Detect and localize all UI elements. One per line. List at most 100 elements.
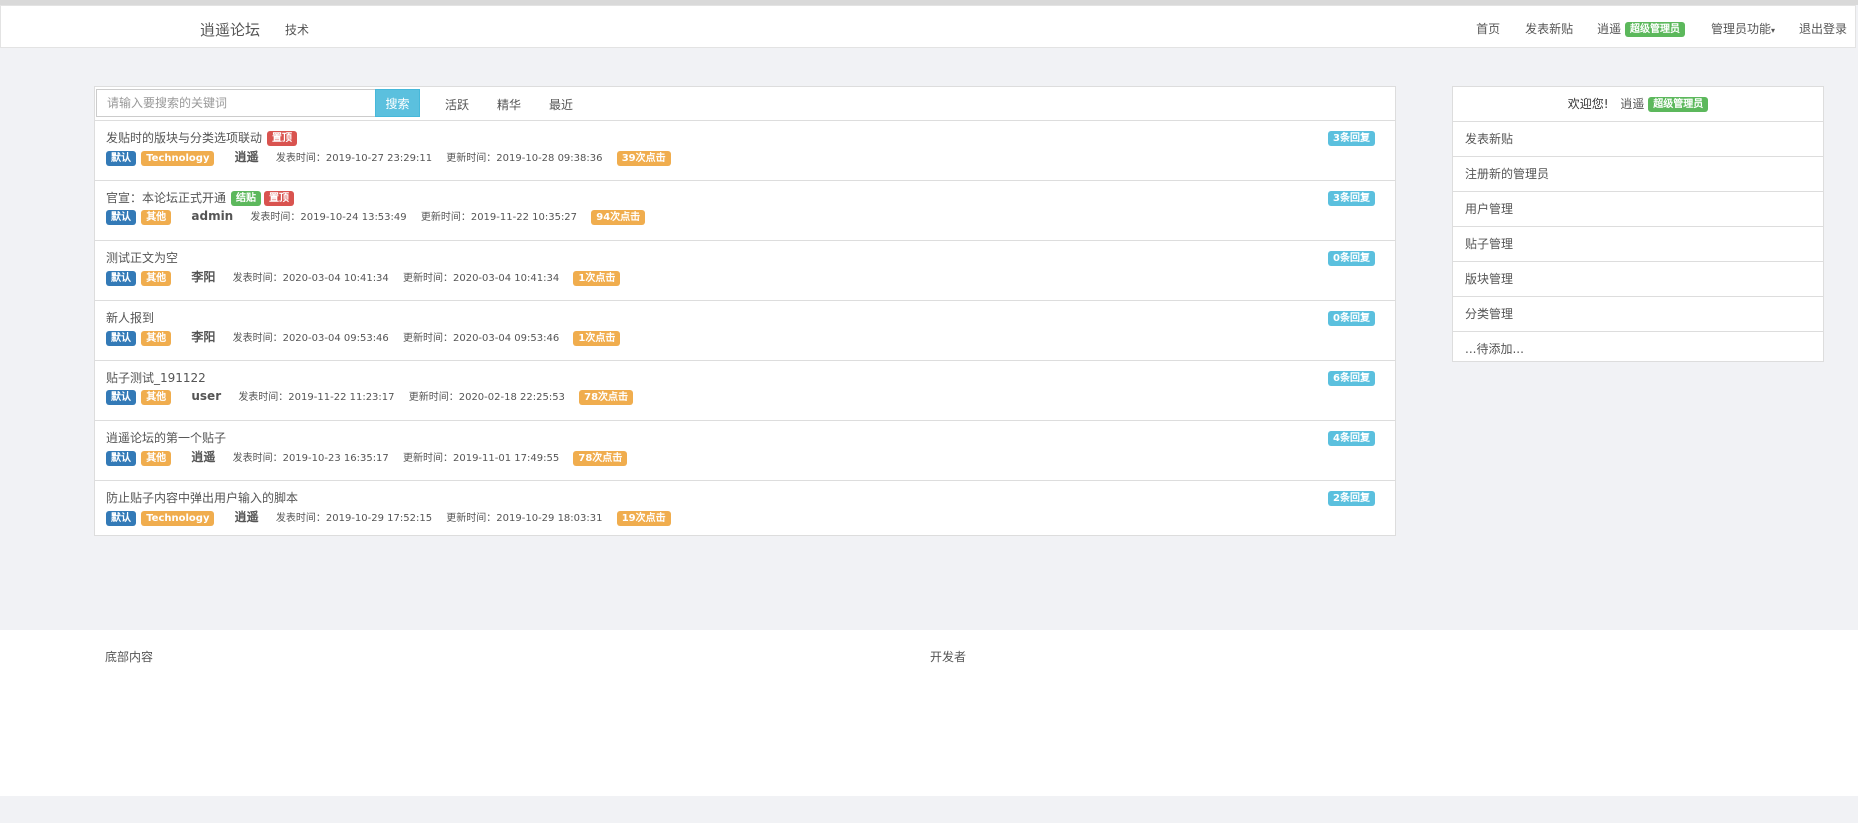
post-updated-time: 更新时间：2020-03-04 10:41:34 [402,273,560,284]
category-badge[interactable]: 其他 [141,270,172,286]
sidebar-item-board-management[interactable]: 版块管理 [1453,262,1823,297]
post-created-time: 发表时间：2019-11-22 11:23:17 [238,392,395,403]
post-row: 发贴时的版块与分类选项联动 置顶 默认 Technology 逍遥 发表时间：20… [95,121,1395,181]
post-row: 测试正文为空 默认 其他 李阳 发表时间：2020-03-04 10:41:34… [95,241,1395,301]
post-title-link[interactable]: 新人报到 [106,311,154,325]
reply-count-badge: 6条回复 [1328,371,1375,386]
click-count-badge: 39次点击 [616,150,671,166]
post-title-link[interactable]: 官宣：本论坛正式开通 [106,191,226,205]
sidebar-item-user-management[interactable]: 用户管理 [1453,192,1823,227]
sidebar-item-category-management[interactable]: 分类管理 [1453,297,1823,332]
admin-menu-label: 管理员功能 [1710,22,1771,36]
post-title-link[interactable]: 逍遥论坛的第一个贴子 [106,431,226,445]
board-badge[interactable]: 默认 [106,209,136,225]
click-count-badge: 19次点击 [616,510,671,526]
board-badge[interactable]: 默认 [106,330,136,346]
post-title-line: 贴子测试_191122 [106,369,206,386]
post-updated-time: 更新时间：2019-10-29 18:03:31 [446,513,603,524]
post-meta: 默认 其他 李阳 发表时间：2020-03-04 10:41:34 更新时间：2… [106,268,622,286]
board-badge[interactable]: 默认 [106,510,136,526]
sidebar-username[interactable]: 逍遥 [1620,97,1644,111]
post-title-link[interactable]: 防止贴子内容中弹出用户输入的脚本 [106,491,298,505]
post-author[interactable]: 李阳 [191,270,215,284]
click-count-badge: 1次点击 [573,330,621,346]
footer: 底部内容 开发者 [0,630,1858,796]
post-meta: 默认 其他 admin 发表时间：2019-10-24 13:53:49 更新时… [106,208,647,225]
post-author[interactable]: 逍遥 [235,150,259,164]
click-count-badge: 94次点击 [591,209,646,225]
reply-count-badge: 0条回复 [1328,311,1375,326]
welcome-header: 欢迎您! 逍遥 超级管理员 [1453,87,1823,122]
reply-count-badge: 3条回复 [1328,131,1375,146]
category-badge[interactable]: 其他 [141,330,172,346]
post-title-link[interactable]: 测试正文为空 [106,251,178,265]
sidebar-item-post-management[interactable]: 贴子管理 [1453,227,1823,262]
filter-featured[interactable]: 精华 [497,96,521,113]
post-title-line: 新人报到 [106,309,154,326]
post-created-time: 发表时间：2019-10-23 16:35:17 [232,453,389,464]
brand-logo[interactable]: 逍遥论坛 [200,19,260,40]
nav-user-link[interactable]: 逍遥 超级管理员 [1597,20,1685,37]
reply-count-badge: 4条回复 [1328,431,1375,446]
category-badge[interactable]: 其他 [141,209,172,225]
filter-active[interactable]: 活跃 [445,96,469,113]
filter-recent[interactable]: 最近 [549,96,573,113]
post-meta: 默认 Technology 逍遥 发表时间：2019-10-29 17:52:1… [106,508,673,526]
post-updated-time: 更新时间：2019-10-28 09:38:36 [446,153,603,164]
search-bar: 搜索 活跃 精华 最近 [95,87,1395,121]
category-badge[interactable]: 其他 [141,389,172,405]
click-count-badge: 78次点击 [573,450,628,466]
pinned-badge: 置顶 [264,191,295,206]
post-title-line: 防止贴子内容中弹出用户输入的脚本 [106,489,298,506]
top-navbar: 逍遥论坛 技术 首页 发表新贴 逍遥 超级管理员 管理员功能▾ 退出登录 [0,5,1856,48]
post-updated-time: 更新时间：2019-11-01 17:49:55 [402,453,560,464]
board-badge[interactable]: 默认 [106,150,136,166]
nav-home-link[interactable]: 首页 [1476,20,1500,37]
role-badge: 超级管理员 [1624,22,1685,37]
post-author[interactable]: 逍遥 [235,510,259,524]
post-row: 逍遥论坛的第一个贴子 默认 其他 逍遥 发表时间：2019-10-23 16:3… [95,421,1395,481]
post-updated-time: 更新时间：2019-11-22 10:35:27 [420,212,578,223]
post-created-time: 发表时间：2020-03-04 09:53:46 [232,333,389,344]
category-badge[interactable]: Technology [141,510,215,526]
sidebar-item-to-be-added[interactable]: ...待添加... [1453,332,1823,366]
nav-new-post-link[interactable]: 发表新贴 [1525,20,1573,37]
post-author[interactable]: user [191,389,221,403]
reply-count-badge: 0条回复 [1328,251,1375,266]
search-input[interactable] [96,89,376,117]
post-row: 官宣：本论坛正式开通 结贴 置顶 默认 其他 admin 发表时间：2019-10-… [95,181,1395,241]
post-title-line: 测试正文为空 [106,249,178,266]
admin-sidebar: 欢迎您! 逍遥 超级管理员 发表新贴 注册新的管理员 用户管理 贴子管理 版块管… [1452,86,1824,362]
admin-menu-dropdown[interactable]: 管理员功能▾ [1711,20,1775,37]
post-author[interactable]: admin [191,209,233,223]
post-meta: 默认 其他 user 发表时间：2019-11-22 11:23:17 更新时间… [106,388,635,405]
post-title-line: 官宣：本论坛正式开通 结贴 置顶 [106,189,295,206]
post-title-link[interactable]: 发贴时的版块与分类选项联动 [106,131,262,145]
category-badge[interactable]: Technology [141,150,215,166]
post-created-time: 发表时间：2019-10-29 17:52:15 [275,513,433,524]
category-badge[interactable]: 其他 [141,450,172,466]
caret-down-icon: ▾ [1770,26,1775,35]
reply-count-badge: 3条回复 [1328,191,1375,206]
post-created-time: 发表时间：2020-03-04 10:41:34 [232,273,389,284]
nav-tech-link[interactable]: 技术 [285,21,309,38]
post-row: 贴子测试_191122 默认 其他 user 发表时间：2019-11-22 1… [95,361,1395,421]
reply-count-badge: 2条回复 [1328,491,1375,506]
click-count-badge: 1次点击 [573,270,621,286]
sidebar-item-new-post[interactable]: 发表新贴 [1453,122,1823,157]
post-title-link[interactable]: 贴子测试_191122 [106,371,206,385]
board-badge[interactable]: 默认 [106,270,136,286]
post-updated-time: 更新时间：2020-03-04 09:53:46 [402,333,560,344]
post-meta: 默认 其他 李阳 发表时间：2020-03-04 09:53:46 更新时间：2… [106,328,622,346]
post-author[interactable]: 李阳 [191,330,215,344]
post-row: 新人报到 默认 其他 李阳 发表时间：2020-03-04 09:53:46 更… [95,301,1395,361]
post-meta: 默认 Technology 逍遥 发表时间：2019-10-27 23:29:1… [106,148,673,166]
post-row: 防止贴子内容中弹出用户输入的脚本 默认 Technology 逍遥 发表时间：2… [95,481,1395,540]
board-badge[interactable]: 默认 [106,450,136,466]
logout-link[interactable]: 退出登录 [1799,20,1847,37]
post-list-panel: 搜索 活跃 精华 最近 发贴时的版块与分类选项联动置顶 默认 Technolog… [94,86,1396,536]
search-button[interactable]: 搜索 [375,89,420,117]
board-badge[interactable]: 默认 [106,389,136,405]
post-author[interactable]: 逍遥 [191,450,215,464]
sidebar-item-register-admin[interactable]: 注册新的管理员 [1453,157,1823,192]
